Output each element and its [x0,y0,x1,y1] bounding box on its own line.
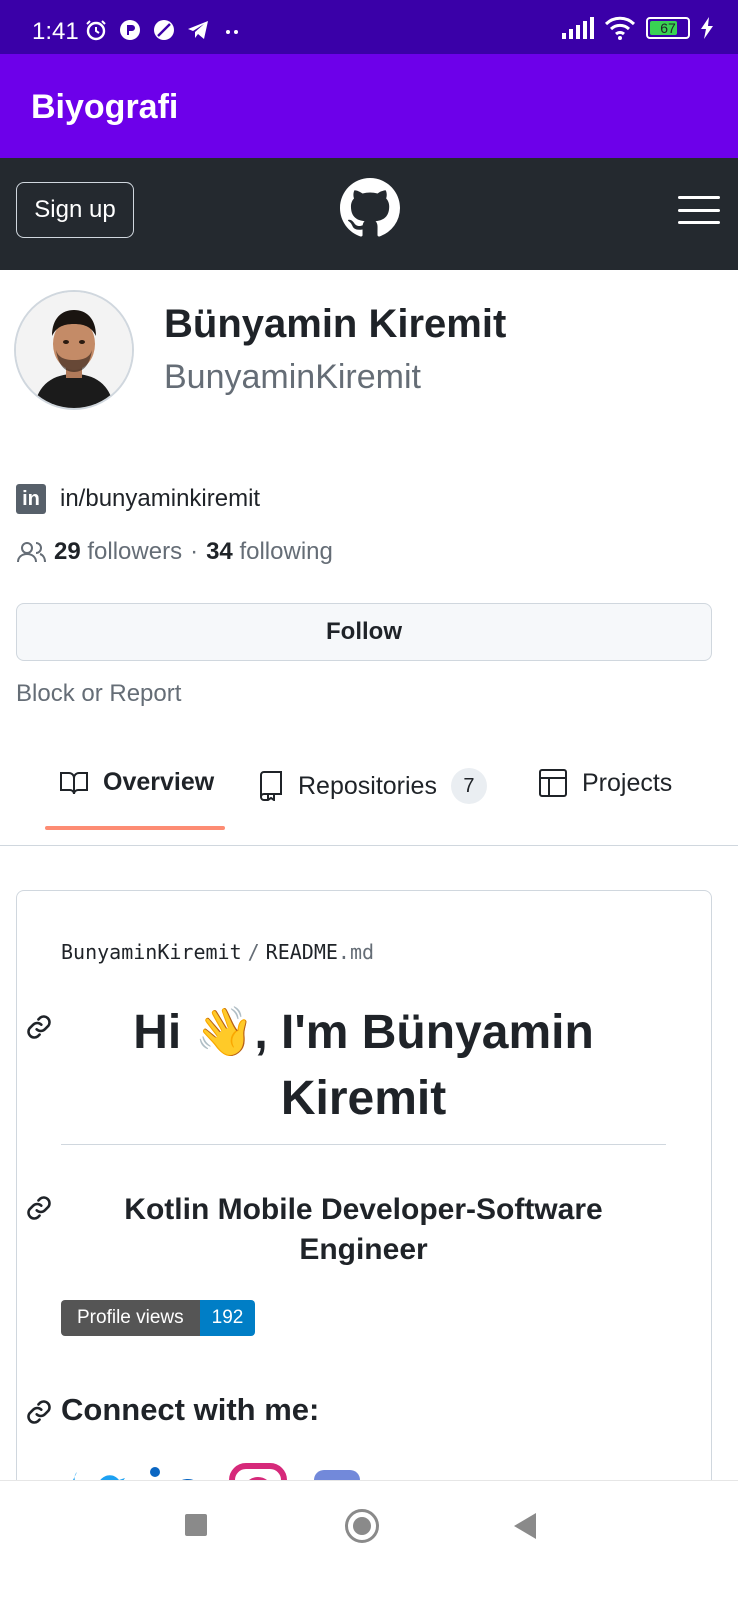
readme-path[interactable]: BunyaminKiremit / README.md [61,940,374,964]
alarm-icon [86,20,106,41]
instagram-icon[interactable] [228,1462,288,1480]
app-bar: Biyografi [0,54,738,158]
signal-icon [562,17,594,39]
readme-heading-part2: , I'm Bünyamin Kiremit [254,1006,594,1125]
tab-projects-label: Projects [582,768,673,797]
status-bar: 1:41 67 [0,0,738,54]
tab-repositories-label: Repositories [298,771,437,800]
github-logo-icon[interactable] [340,178,400,238]
linkedin-link[interactable]: in in/bunyaminkiremit [16,484,260,514]
app-title: Biyografi [31,88,179,126]
tab-projects[interactable]: Projects [538,768,672,798]
app-notification-icon [120,20,140,40]
link-icon[interactable] [25,1194,53,1222]
book-icon [60,771,88,794]
badge-value: 192 [199,1300,256,1336]
social-icons-row [60,1458,700,1480]
recents-button[interactable] [185,1514,207,1536]
active-tab-indicator [45,826,225,830]
readme-heading: Hi 👋, I'm Bünyamin Kiremit [61,1000,666,1132]
wifi-icon [604,16,636,40]
readme-subheading: Kotlin Mobile Developer-Software Enginee… [124,1193,603,1266]
profile-views-badge: Profile views 192 [61,1300,256,1336]
followers-row: 29 followers · 34 following [16,538,333,566]
discord-icon[interactable] [310,1462,370,1480]
profile-login: BunyaminKiremit [164,358,421,396]
system-icons: 67 [562,16,714,40]
readme-ext: .md [337,940,375,964]
following-count: 34 [206,538,233,565]
battery-level: 67 [660,20,676,36]
blocked-icon [154,20,174,40]
charging-icon [701,17,713,39]
profile-name: Bünyamin Kiremit [164,302,507,346]
following-link[interactable]: 34 following [206,538,333,566]
heading-divider [61,1144,666,1145]
linkedin-icon: in [16,484,46,514]
profile-tabs: Overview Repositories 7 Projects [0,740,738,846]
table-icon [539,769,567,797]
tab-overview-label: Overview [103,768,215,796]
following-label: following [239,538,333,565]
notification-icons [84,18,244,42]
block-or-report-link[interactable]: Block or Report [16,680,181,708]
connect-heading: Connect with me: [61,1392,320,1427]
followers-link[interactable]: 29 followers [54,538,182,566]
readme-path-separator: / [247,940,260,964]
followers-count: 29 [54,538,81,565]
repositories-count-badge: 7 [450,768,487,804]
more-notifications-icon [226,30,238,34]
menu-icon[interactable] [678,196,720,224]
people-icon [17,542,46,563]
followers-label: followers [87,538,183,565]
link-icon[interactable] [25,1398,53,1426]
telegram-icon [188,21,208,39]
tab-repositories[interactable]: Repositories 7 [258,768,487,804]
github-header: Sign up [0,158,738,270]
repo-icon [260,771,282,801]
separator: · [190,538,199,565]
avatar-photo [16,292,132,408]
avatar[interactable] [14,290,134,410]
badge-label: Profile views [61,1300,200,1336]
home-button[interactable] [345,1509,379,1543]
back-button[interactable] [514,1513,536,1539]
readme-owner: BunyaminKiremit [61,940,242,964]
linkedin-text: in/bunyaminkiremit [60,485,261,512]
readme-file: README [265,940,338,964]
twitter-icon[interactable] [68,1462,128,1480]
link-icon[interactable] [25,1013,53,1041]
wave-emoji: 👋 [194,1006,255,1059]
status-time: 1:41 [32,18,79,45]
follow-button[interactable]: Follow [16,603,712,661]
linkedin-social-icon[interactable] [146,1462,206,1480]
system-nav-bar [0,1480,738,1600]
tab-overview[interactable]: Overview [59,768,214,797]
battery-icon: 67 [646,17,690,39]
sign-up-button[interactable]: Sign up [16,182,134,238]
readme-heading-part1: Hi [133,1006,195,1059]
